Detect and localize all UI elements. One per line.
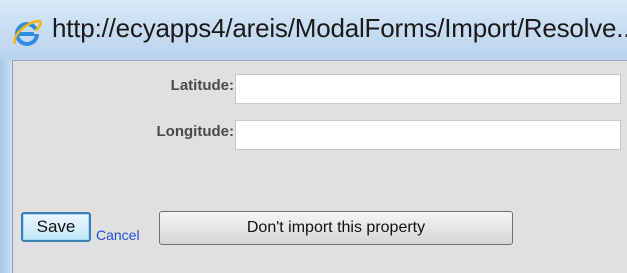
longitude-label: Longitude: <box>156 123 234 140</box>
window-title: http://ecyapps4/areis/ModalForms/Import/… <box>52 13 627 43</box>
internet-explorer-icon <box>13 19 42 46</box>
longitude-input[interactable] <box>235 120 621 150</box>
window-frame-left <box>0 60 12 273</box>
dialog-content: Latitude: Longitude: Save Cancel Don't i… <box>12 60 627 273</box>
cancel-link[interactable]: Cancel <box>96 227 140 243</box>
modal-window: http://ecyapps4/areis/ModalForms/Import/… <box>0 0 627 273</box>
latitude-input[interactable] <box>235 74 621 104</box>
latitude-label: Latitude: <box>170 77 234 94</box>
title-bar: http://ecyapps4/areis/ModalForms/Import/… <box>0 0 627 60</box>
save-button[interactable]: Save <box>21 212 91 242</box>
dont-import-button[interactable]: Don't import this property <box>159 211 513 245</box>
